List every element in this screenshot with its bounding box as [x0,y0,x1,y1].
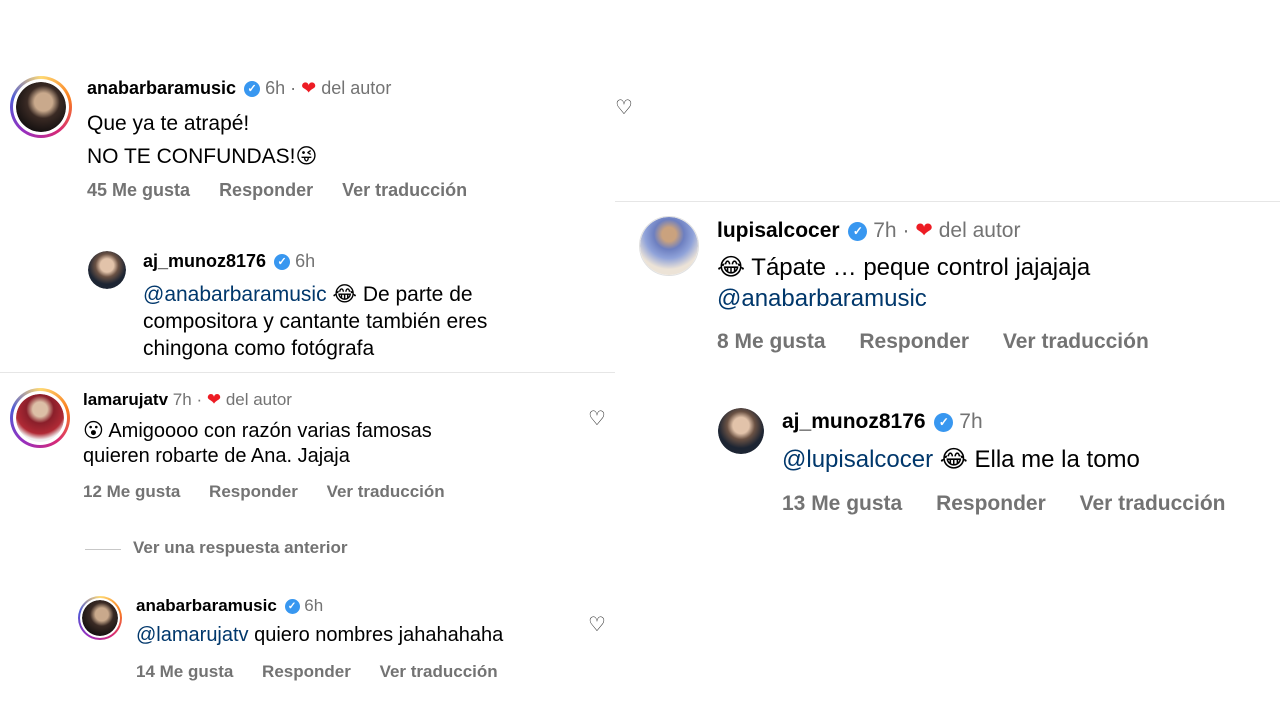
avatar[interactable] [718,408,764,454]
view-previous-reply-button[interactable]: Ver una respuesta anterior [133,538,347,558]
left-comments-panel: anabarbaramusic ✓ 6h · ❤ del autor Que y… [0,0,633,720]
timestamp: 6h [295,251,316,271]
mention-link[interactable]: @lamarujatv [136,624,249,646]
mention-link[interactable]: @anabarbaramusic [717,283,1257,314]
like-heart-outline-icon[interactable]: ♡ [588,406,606,431]
avatar-story-ring[interactable] [10,76,72,138]
laughing-tears-emoji: 😂 [939,445,968,473]
divider [0,372,615,373]
separator-dot: · [196,390,207,409]
timestamp: 7h [959,410,983,433]
likes-count-button[interactable]: 8 Me gusta [717,330,826,353]
author-liked-label: del autor [321,78,392,98]
reply-button[interactable]: Responder [262,662,351,681]
username[interactable]: anabarbaramusic [87,78,236,98]
comment-lupisalcocer: lupisalcocer ✓ 7h · ❤ del autor 😂 Tápate… [615,210,1280,370]
reply-aj_munoz8176: aj_munoz8176 ✓ 6h @anabarbaramusic 😂 De … [0,245,615,365]
heart-icon: ❤ [301,78,317,98]
verified-badge-icon: ✓ [848,221,868,241]
heart-icon: ❤ [206,390,222,409]
comment-lamarujatv: lamarujatv 7h · ❤ del autor 😮 Amigoooo c… [0,380,615,510]
divider [615,201,1280,202]
avatar [16,394,64,442]
translate-button[interactable]: Ver traducción [327,482,445,501]
likes-count-button[interactable]: 12 Me gusta [83,482,180,501]
comment-text-line: NO TE CONFUNDAS! [87,145,296,168]
heart-icon: ❤ [915,219,933,242]
verified-badge-icon: ✓ [934,412,954,432]
mention-link[interactable]: @lupisalcocer [782,446,933,473]
translate-button[interactable]: Ver traducción [342,180,467,200]
timestamp: 7h [873,219,897,242]
winking-tongue-emoji: 😜 [295,144,318,168]
timestamp: 7h [172,390,192,409]
username[interactable]: aj_munoz8176 [782,410,926,433]
reply-button[interactable]: Responder [219,180,313,200]
reply-text: quiero nombres jahahahaha [248,624,504,646]
translate-button[interactable]: Ver traducción [1080,492,1226,515]
reply-text: compositora y cantante también eres [143,310,488,333]
username[interactable]: lupisalcocer [717,219,840,242]
verified-badge-icon: ✓ [274,254,291,271]
avatar[interactable] [639,216,699,276]
avatar-story-ring[interactable] [78,596,122,640]
likes-count-button[interactable]: 13 Me gusta [782,492,902,515]
thread-line [85,549,121,550]
reply-aj_munoz8176: aj_munoz8176 ✓ 7h @lupisalcocer 😂 Ella m… [615,400,1280,530]
mention-link[interactable]: @anabarbaramusic [143,283,327,306]
translate-button[interactable]: Ver traducción [1003,330,1149,353]
right-comments-panel: lupisalcocer ✓ 7h · ❤ del autor 😂 Tápate… [615,0,1280,720]
reply-button[interactable]: Responder [209,482,298,501]
separator-dot: · [290,78,302,98]
verified-badge-icon: ✓ [284,599,300,615]
avatar [16,82,66,132]
avatar[interactable] [88,251,126,289]
reply-text: chingona como fotógrafa [143,337,375,360]
avatar [82,600,118,636]
timestamp: 6h [265,78,286,98]
separator-dot: · [902,219,916,242]
reply-anabarbaramusic: anabarbaramusic ✓ 6h @lamarujatv quiero … [0,590,615,690]
reply-button[interactable]: Responder [859,330,969,353]
comment-text-line: Tápate … peque control jajajaja [751,254,1091,281]
laughing-tears-emoji: 😂 [332,282,357,306]
reply-text: De parte de [362,283,473,306]
reply-button[interactable]: Responder [936,492,1046,515]
author-liked-label: del autor [225,390,292,409]
username[interactable]: aj_munoz8176 [143,251,266,271]
username[interactable]: lamarujatv [83,390,168,409]
laughing-tears-emoji: 😂 [717,253,746,281]
comment-text-line: Que ya te atrapé! [87,112,250,135]
username[interactable]: anabarbaramusic [136,596,277,615]
comment-anabarbaramusic: anabarbaramusic ✓ 6h · ❤ del autor Que y… [0,70,633,220]
translate-button[interactable]: Ver traducción [380,662,498,681]
comment-text-line: quieren robarte de Ana. Jajaja [83,445,350,467]
author-liked-label: del autor [938,219,1021,242]
avatar-story-ring[interactable] [10,388,70,448]
surprised-face-emoji: 😮 [83,418,104,442]
likes-count-button[interactable]: 14 Me gusta [136,662,233,681]
reply-text: Ella me la tomo [974,446,1140,473]
verified-badge-icon: ✓ [244,81,261,98]
comment-text-line: Amigoooo con razón varias famosas [108,420,432,442]
like-heart-outline-icon[interactable]: ♡ [588,612,606,637]
likes-count-button[interactable]: 45 Me gusta [87,180,190,200]
timestamp: 6h [304,596,324,615]
